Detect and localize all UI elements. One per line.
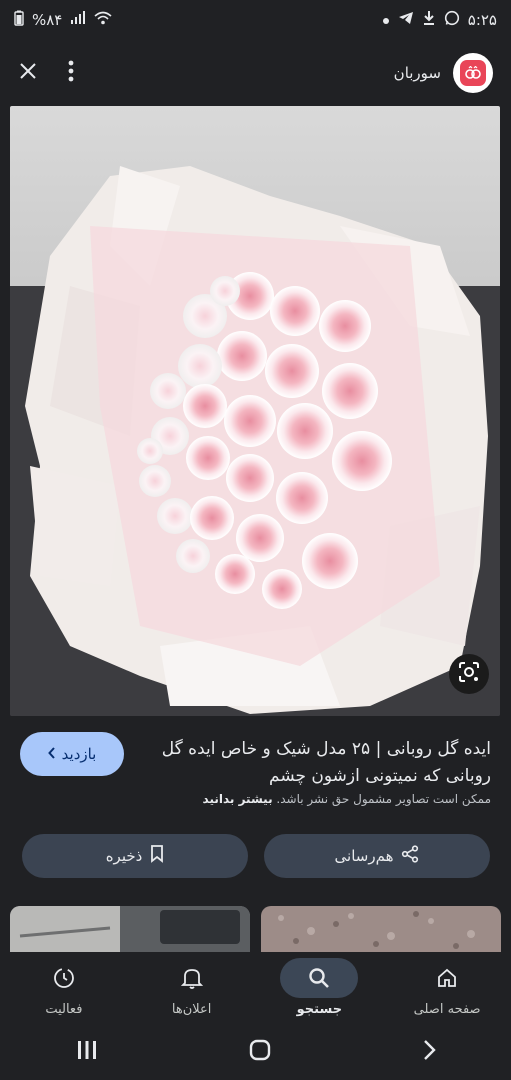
source-logo-icon xyxy=(453,53,493,93)
visit-label: بازدید xyxy=(61,746,97,763)
result-title[interactable]: ایده گل روبانی | ۲۵ مدل شیک و خاص ایده گ… xyxy=(151,736,491,790)
related-images xyxy=(0,906,511,952)
nav-label-notifications: اعلان‌ها xyxy=(171,1002,212,1017)
learn-more-link[interactable]: بیشتر بدانید xyxy=(203,792,273,806)
nav-search[interactable]: جستجو xyxy=(264,952,374,1017)
nav-label-home: صفحه اصلی xyxy=(413,1002,481,1017)
related-image-thumbnail[interactable] xyxy=(10,906,250,952)
home-icon xyxy=(408,958,486,998)
lens-search-button[interactable] xyxy=(449,654,489,694)
telegram-icon xyxy=(398,11,414,29)
download-icon xyxy=(422,10,436,30)
share-label: هم‌رسانی xyxy=(334,847,394,865)
bottom-navigation: فعالیت اعلان‌ها جستجو صفحه اصلی xyxy=(0,952,511,1026)
result-image[interactable] xyxy=(10,106,500,716)
copyright-text: ممکن است تصاویر مشمول حق نشر باشد. xyxy=(276,792,491,806)
nav-activity[interactable]: فعالیت xyxy=(9,952,119,1017)
battery-icon xyxy=(14,10,24,30)
search-icon xyxy=(280,958,359,998)
battery-percent: %۸۴ xyxy=(32,11,63,29)
status-right: ۵:۲۵ xyxy=(382,10,497,30)
back-icon[interactable] xyxy=(422,1039,436,1067)
related-image-thumbnail[interactable] xyxy=(261,906,501,952)
bookmark-icon xyxy=(150,845,164,867)
wifi-icon xyxy=(94,11,112,29)
chevron-left-icon xyxy=(47,746,56,763)
nav-home[interactable]: صفحه اصلی xyxy=(392,952,502,1017)
status-left: %۸۴ xyxy=(14,10,112,30)
notification-dot-icon xyxy=(382,11,390,29)
lens-icon xyxy=(458,661,480,688)
whatsapp-icon xyxy=(444,10,460,30)
save-label: ذخیره xyxy=(105,847,143,865)
source-site[interactable]: سوربان xyxy=(394,53,493,93)
system-navigation-bar xyxy=(0,1026,511,1080)
nav-label-search: جستجو xyxy=(296,1002,343,1017)
source-name: سوربان xyxy=(393,64,441,82)
status-bar: %۸۴ ۵:۲۵ xyxy=(0,0,511,40)
top-bar: سوربان xyxy=(0,40,511,106)
home-button-icon[interactable] xyxy=(249,1039,271,1067)
bell-icon xyxy=(153,958,231,998)
clock-time: ۵:۲۵ xyxy=(467,11,497,29)
nav-label-activity: فعالیت xyxy=(45,1002,83,1017)
nav-notifications[interactable]: اعلان‌ها xyxy=(137,952,247,1017)
close-icon[interactable] xyxy=(18,61,38,85)
signal-icon xyxy=(70,11,86,29)
more-options-icon[interactable] xyxy=(68,60,74,86)
visit-button[interactable]: بازدید xyxy=(20,732,124,776)
top-bar-actions xyxy=(18,60,74,86)
activity-icon xyxy=(25,958,103,998)
result-actions: ذخیره هم‌رسانی xyxy=(22,834,490,878)
share-icon xyxy=(401,845,419,867)
share-button[interactable]: هم‌رسانی xyxy=(264,834,490,878)
save-button[interactable]: ذخیره xyxy=(22,834,248,878)
recent-apps-icon[interactable] xyxy=(76,1040,98,1066)
copyright-notice: ممکن است تصاویر مشمول حق نشر باشد. بیشتر… xyxy=(203,792,491,806)
